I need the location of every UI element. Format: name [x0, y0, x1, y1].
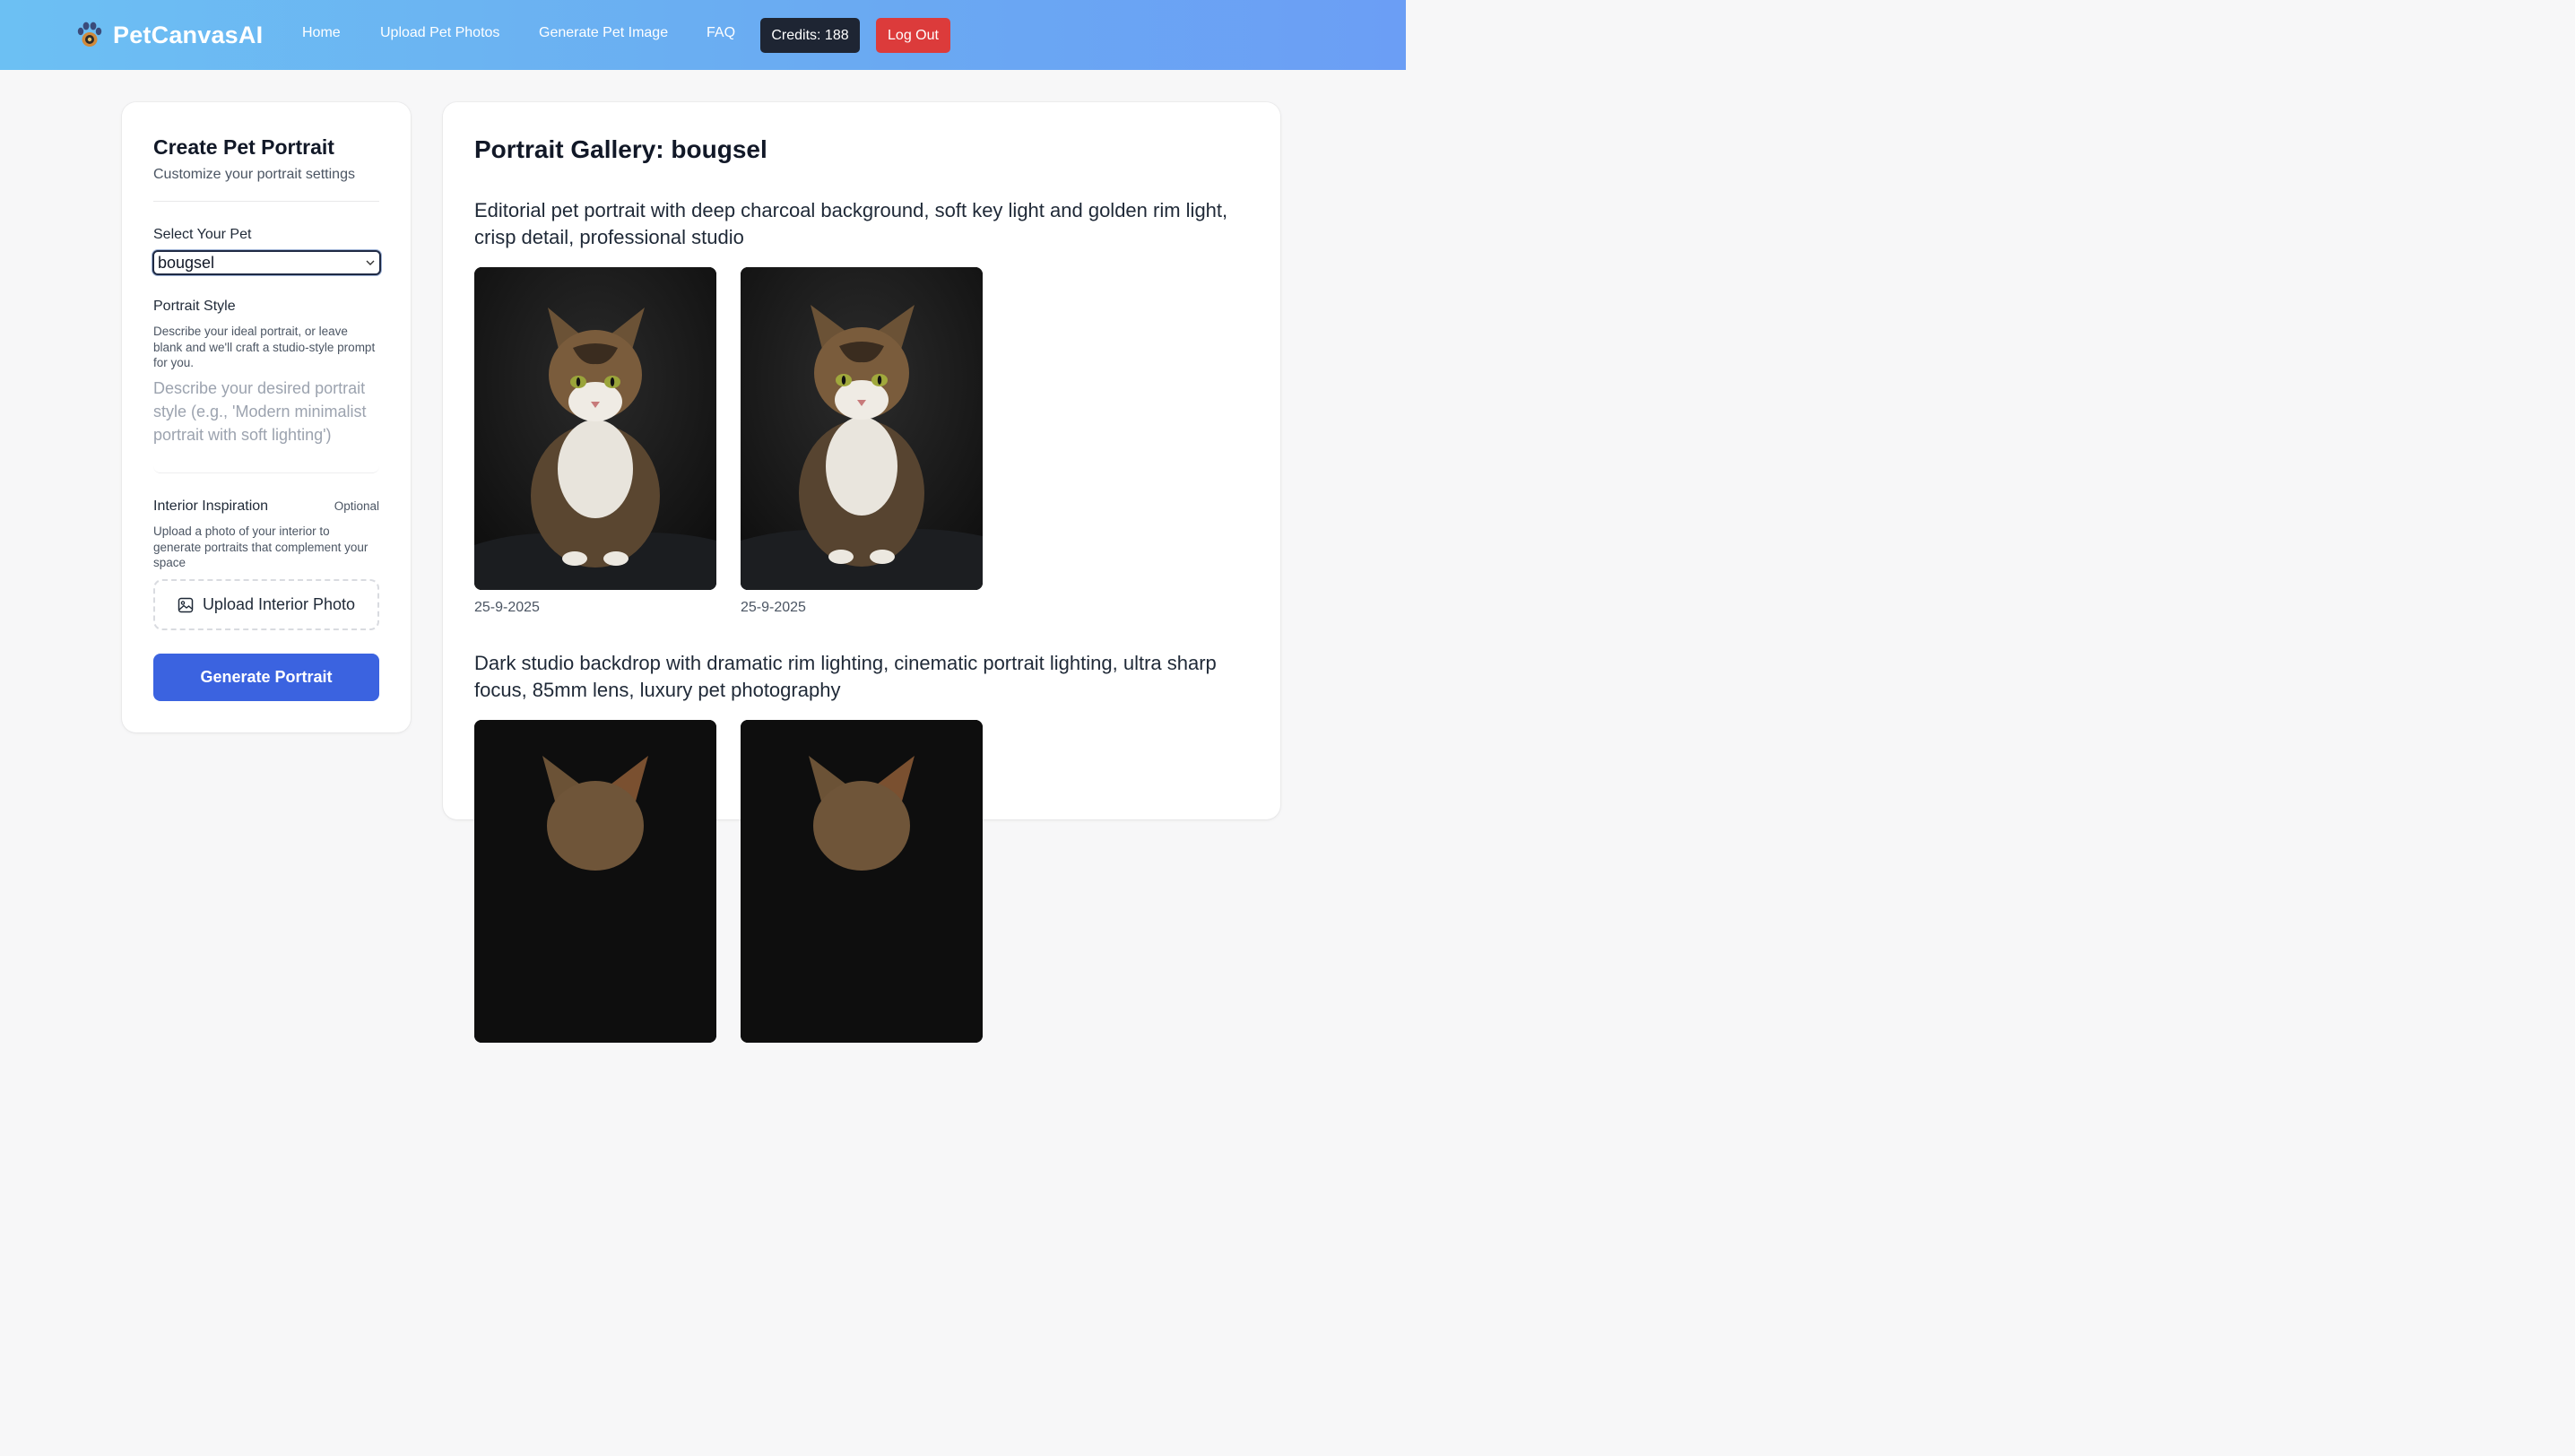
interior-inspiration-label: Interior Inspiration — [153, 498, 269, 514]
nav-link-generate-pet-image[interactable]: Generate Pet Image — [539, 25, 668, 41]
portrait-image[interactable] — [474, 267, 716, 590]
top-navbar: PetCanvasAI Home Upload Pet Photos Gener… — [0, 0, 1406, 70]
portrait-date: 25-9-2025 — [474, 600, 540, 615]
portrait-style-label: Portrait Style — [153, 299, 236, 314]
portrait-image[interactable] — [741, 720, 983, 1043]
nav-link-upload-pet-photos[interactable]: Upload Pet Photos — [380, 25, 499, 41]
portrait-image[interactable] — [474, 720, 716, 1043]
cat-portrait-image — [474, 267, 716, 590]
create-portrait-panel: Create Pet Portrait Customize your portr… — [122, 102, 411, 732]
portrait-image[interactable] — [741, 267, 983, 590]
generate-portrait-button[interactable]: Generate Portrait — [153, 654, 379, 701]
pet-select-value: bougsel — [158, 254, 215, 272]
nav-link-faq[interactable]: FAQ — [707, 25, 735, 41]
paw-logo-icon — [77, 22, 102, 47]
upload-interior-photo-button[interactable]: Upload Interior Photo — [153, 579, 379, 630]
logout-button[interactable]: Log Out — [876, 18, 950, 53]
cat-portrait-image — [474, 720, 716, 1043]
panel-subtitle: Customize your portrait settings — [153, 167, 355, 182]
image-icon — [178, 597, 194, 612]
nav-link-home[interactable]: Home — [302, 25, 341, 41]
pet-select-label: Select Your Pet — [153, 227, 252, 242]
portrait-style-textarea[interactable]: Describe your desired portrait style (e.… — [153, 377, 379, 473]
optional-tag: Optional — [334, 499, 379, 513]
gallery-prompt: Dark studio backdrop with dramatic rim l… — [474, 652, 1217, 701]
pet-select[interactable]: bougsel — [152, 250, 381, 275]
divider — [153, 201, 379, 202]
gallery-title: Portrait Gallery: bougsel — [474, 135, 767, 163]
gallery-prompt: Editorial pet portrait with deep charcoa… — [474, 199, 1228, 248]
panel-title: Create Pet Portrait — [153, 135, 334, 159]
brand-name: PetCanvasAI — [113, 21, 264, 48]
portrait-date: 25-9-2025 — [741, 600, 806, 615]
credits-button[interactable]: Credits: 188 — [760, 18, 860, 53]
upload-interior-photo-label: Upload Interior Photo — [202, 595, 356, 613]
chevron-down-icon — [366, 260, 375, 265]
cat-portrait-image — [741, 720, 983, 1043]
portrait-style-help: Describe your ideal portrait, or leave b… — [153, 325, 376, 369]
brand-link[interactable]: PetCanvasAI — [75, 20, 263, 50]
portrait-style-placeholder: Describe your desired portrait style (e.… — [153, 379, 367, 444]
interior-help: Upload a photo of your interior to gener… — [153, 524, 368, 569]
cat-portrait-image — [741, 267, 983, 590]
portrait-gallery-panel: Portrait Gallery: bougsel Editorial pet … — [443, 102, 1280, 1043]
